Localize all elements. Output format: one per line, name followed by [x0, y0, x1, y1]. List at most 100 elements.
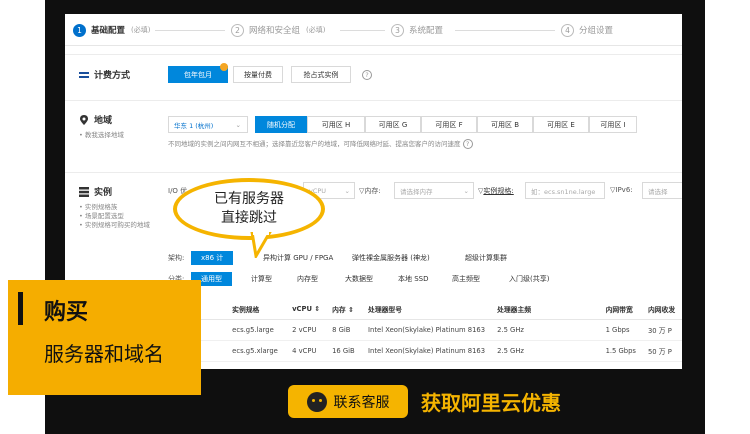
help-icon[interactable]: ? [362, 70, 372, 80]
step-network[interactable]: 2 网络和安全组 (必填) [231, 23, 325, 37]
tab-cat-ssd[interactable]: 本地 SSD [398, 274, 429, 284]
step-divider [340, 30, 385, 31]
col-memory[interactable]: 内存 ⇕ [326, 299, 363, 320]
step-basic-config[interactable]: 1 基础配置 (必填) [73, 23, 150, 37]
tab-cat-compute[interactable]: 计算型 [251, 274, 272, 284]
col-spec[interactable]: 实例规格 [226, 299, 287, 320]
billing-subscription-button[interactable]: 包年包月 [168, 66, 228, 83]
instance-spec-table: 规格族 实例规格 vCPU ⇕ 内存 ⇕ 处理器型号 处理器主频 内网带宽 内网… [155, 299, 682, 362]
col-cpu-model[interactable]: 处理器型号 [362, 299, 492, 320]
cell-cpu-model: Intel Xeon(Skylake) Platinum 8163 [368, 325, 486, 334]
step-number: 1 [73, 23, 86, 37]
zone-g[interactable]: 可用区 G [365, 116, 421, 133]
step-sub: (必填) [306, 26, 326, 34]
region-section: 地域 • 教我选择地域 华东 1 (杭州) ⌄ 随机分配 可用区 H 可用区 G… [65, 100, 682, 170]
bubble-line-1: 已有服务器 [214, 191, 284, 207]
memory-label: ▽内存: [359, 187, 381, 195]
spec-label: ▽实例规格: [478, 187, 514, 195]
support-face-icon [306, 391, 327, 412]
step-label: 系统配置 [409, 26, 444, 36]
sort-icon[interactable]: ⇕ [348, 306, 354, 314]
sort-icon[interactable]: ⇕ [314, 305, 320, 313]
zone-i[interactable]: 可用区 I [589, 116, 637, 133]
cell-spec: ecs.g5.xlarge [232, 346, 278, 355]
cell-bandwidth: 1.5 Gbps [605, 346, 636, 355]
arch-label: 架构: [168, 254, 185, 262]
badge-icon [220, 63, 228, 71]
region-title: 地域 [79, 113, 112, 126]
scenario-link[interactable]: • 场景配置选型 [79, 212, 155, 221]
region-availability-link[interactable]: • 实例规格可购买的地域 [79, 221, 155, 230]
table-row[interactable]: 用型 g5 ecs.g5.xlarge 4 vCPU 16 GiB Intel … [155, 340, 682, 361]
tab-arch-supercomputing[interactable]: 超级计算集群 [465, 253, 507, 263]
table-header-row: 规格族 实例规格 vCPU ⇕ 内存 ⇕ 处理器型号 处理器主频 内网带宽 内网… [155, 299, 682, 320]
tab-cat-shared[interactable]: 入门级(共享) [509, 274, 549, 284]
tab-arch-x86[interactable]: x86 计 [191, 251, 234, 265]
billing-title: 计费方式 [79, 68, 130, 81]
step-divider [155, 30, 225, 31]
col-pps[interactable]: 内网收发 [641, 299, 682, 320]
col-vcpu[interactable]: vCPU ⇕ [286, 299, 327, 320]
step-group-settings[interactable]: 4 分组设置 [561, 23, 613, 37]
step-number: 4 [561, 23, 574, 37]
bubble-line-2: 直接跳过 [221, 210, 277, 226]
cell-cpu-freq: 2.5 GHz [497, 325, 524, 334]
tab-cat-bigdata[interactable]: 大数据型 [345, 274, 373, 284]
cell-pps: 50 万 P [647, 347, 672, 356]
zone-b[interactable]: 可用区 B [477, 116, 533, 133]
contact-support-button[interactable]: 联系客服 [288, 385, 408, 418]
step-label: 网络和安全组 [249, 26, 301, 36]
instance-family-link[interactable]: • 实例规格族 [79, 203, 155, 212]
discount-text: 获取阿里云优惠 [421, 391, 561, 415]
tab-arch-gpu[interactable]: 异构计算 GPU / FPGA [263, 253, 333, 263]
spec-search-input[interactable]: 如：ecs.sn1ne.large [525, 182, 605, 199]
step-system-config[interactable]: 3 系统配置 [391, 23, 443, 37]
zone-e[interactable]: 可用区 E [533, 116, 589, 133]
region-select[interactable]: 华东 1 (杭州) ⌄ [168, 116, 248, 133]
cell-vcpu: 2 vCPU [292, 325, 317, 334]
billing-section: 计费方式 包年包月 按量付费 抢占式实例 ? [65, 54, 682, 98]
step-number: 3 [391, 23, 404, 37]
step-label: 分组设置 [579, 26, 614, 36]
col-bandwidth[interactable]: 内网带宽 [599, 299, 642, 320]
step-bar: 1 基础配置 (必填) 2 网络和安全组 (必填) 3 系统配置 4 分组设置 [65, 14, 682, 46]
billing-icon [79, 71, 89, 78]
tab-cat-memory[interactable]: 内存型 [297, 274, 318, 284]
cell-memory: 8 GiB [332, 325, 351, 334]
cell-cpu-freq: 2.5 GHz [497, 346, 524, 355]
tab-arch-baremetal[interactable]: 弹性裸金属服务器 (神龙) [352, 253, 430, 263]
promo-accent-bar [18, 292, 23, 325]
speech-bubble: 已有服务器 直接跳过 [173, 178, 325, 240]
speech-bubble-tail [250, 232, 272, 258]
billing-payg-button[interactable]: 按量付费 [233, 66, 283, 83]
step-divider [455, 30, 555, 31]
zone-random[interactable]: 随机分配 [255, 116, 307, 133]
step-sub: (必填) [131, 26, 151, 34]
region-help-link[interactable]: • 教我选择地域 [79, 131, 124, 140]
cell-bandwidth: 1 Gbps [605, 325, 630, 334]
cell-vcpu: 4 vCPU [292, 346, 317, 355]
instance-title: 实例 [79, 185, 112, 198]
ipv6-select[interactable]: 请选择 [642, 182, 682, 199]
promo-card: 购买 服务器和域名 [8, 280, 201, 395]
promo-subtitle: 服务器和域名 [44, 342, 164, 366]
billing-spot-button[interactable]: 抢占式实例 [291, 66, 351, 83]
memory-select[interactable]: 请选择内存 ⌄ [394, 182, 474, 199]
step-label: 基础配置 [91, 26, 126, 36]
ipv6-label: ▽IPv6: [610, 186, 633, 194]
cell-spec: ecs.g5.large [232, 325, 274, 334]
instance-help-links: • 实例规格族 • 场景配置选型 • 实例规格可购买的地域 [79, 203, 155, 230]
col-cpu-freq[interactable]: 处理器主频 [491, 299, 600, 320]
zone-f[interactable]: 可用区 F [421, 116, 477, 133]
tab-cat-highfreq[interactable]: 高主频型 [452, 274, 480, 284]
chevron-down-icon: ⌄ [344, 186, 350, 195]
table-row[interactable]: 用型 g5 ecs.g5.large 2 vCPU 8 GiB Intel Xe… [155, 319, 682, 340]
promo-title: 购买 [44, 300, 89, 325]
cell-pps: 30 万 P [647, 326, 672, 335]
cell-memory: 16 GiB [332, 346, 355, 355]
chevron-down-icon: ⌄ [235, 120, 241, 129]
help-icon[interactable]: ? [462, 139, 473, 149]
zone-h[interactable]: 可用区 H [307, 116, 365, 133]
server-list-icon [79, 186, 89, 197]
cell-cpu-model: Intel Xeon(Skylake) Platinum 8163 [368, 346, 486, 355]
